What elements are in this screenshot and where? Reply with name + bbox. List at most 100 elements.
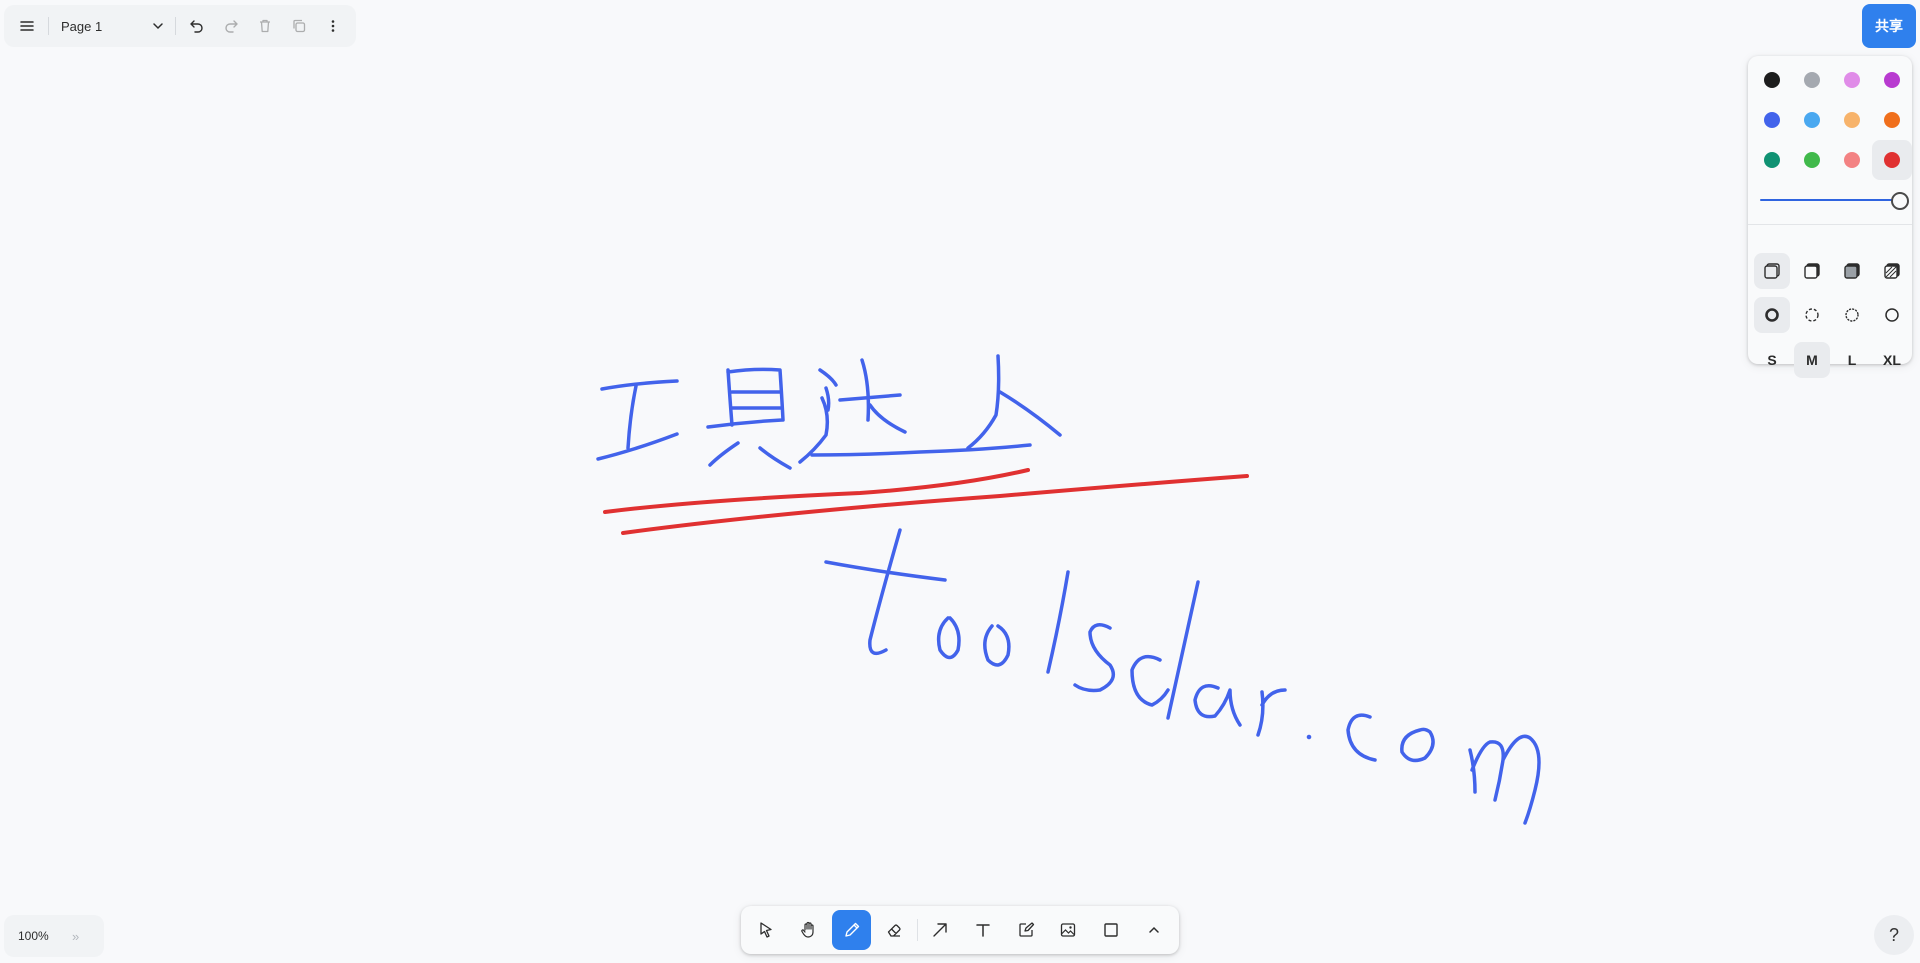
fill-solid-icon [1844,263,1860,279]
toolbar-divider [916,919,918,941]
color-swatch-violet[interactable] [1872,60,1912,100]
trash-icon [260,19,270,33]
share-button[interactable]: 共享 [1862,4,1916,48]
stroke-c [1346,713,1377,762]
rectangle-tool[interactable] [1092,910,1131,950]
arrow-tool[interactable] [921,910,960,950]
zoom-panel: 100% » [4,915,104,957]
arrow-icon [933,923,947,937]
color-swatch-red[interactable] [1872,140,1912,180]
duplicate-icon [293,19,306,33]
color-dot [1844,72,1860,88]
more-vertical-icon [331,20,335,32]
redo-icon [225,20,238,33]
fill-none-button[interactable] [1754,253,1790,289]
color-dot [1764,112,1780,128]
note-tool[interactable] [1006,910,1045,950]
chevron-up-icon [1148,926,1159,933]
color-dot [1844,152,1860,168]
style-panel: S M L XL [1748,56,1912,378]
bottom-toolbar [741,906,1179,954]
fill-pattern-icon [1884,263,1900,279]
duplicate-button[interactable] [282,9,316,43]
fill-none-icon [1764,263,1780,279]
pencil-icon [845,922,859,937]
drawing-canvas[interactable] [0,0,1920,963]
stroke-l [1046,570,1070,674]
menu-divider [175,17,176,35]
dash-draw-button[interactable] [1754,297,1790,333]
color-swatch-light-green[interactable] [1792,140,1832,180]
color-swatch-light-violet[interactable] [1832,60,1872,100]
zoom-level[interactable]: 100% [12,929,72,943]
stroke-o2 [983,624,1011,667]
opacity-slider-thumb[interactable] [1891,192,1909,210]
page-label: Page 1 [61,18,103,34]
main-menu-panel: Page 1 [4,5,356,47]
dash-dashed-button[interactable] [1794,297,1830,333]
color-swatch-green[interactable] [1752,140,1792,180]
stroke-r [1256,688,1287,737]
color-swatch-grey[interactable] [1792,60,1832,100]
color-dot [1804,72,1820,88]
menu-button[interactable] [10,9,44,43]
minimap-toggle-icon[interactable]: » [72,929,79,944]
text-tool[interactable] [963,910,1002,950]
select-tool[interactable] [747,910,786,950]
eraser-tool[interactable] [875,910,914,950]
color-swatch-black[interactable] [1752,60,1792,100]
color-swatch-yellow[interactable] [1832,100,1872,140]
fill-pattern-button[interactable] [1874,253,1910,289]
stroke-ren [966,354,1062,450]
rectangle-icon [1104,923,1118,937]
stroke-o1 [936,616,961,660]
stroke-s [1073,623,1116,693]
dash-solid-button[interactable] [1874,297,1910,333]
size-options: S M L XL [1752,342,1912,378]
eraser-icon [888,924,901,937]
redo-button[interactable] [214,9,248,43]
stroke-gong [596,379,679,461]
fill-semi-button[interactable] [1794,253,1830,289]
dash-draw-icon [1765,308,1779,322]
size-button-s[interactable]: S [1754,342,1790,378]
image-icon [1061,923,1076,937]
asset-tool[interactable] [1049,910,1088,950]
color-dot [1884,112,1900,128]
color-dot [1844,112,1860,128]
color-swatch-light-red[interactable] [1832,140,1872,180]
stroke-red-1 [603,468,1030,514]
opacity-slider-track [1760,199,1894,201]
stroke-a [1193,684,1242,727]
color-swatch-light-blue[interactable] [1792,100,1832,140]
delete-button[interactable] [248,9,282,43]
dash-dotted-button[interactable] [1834,297,1870,333]
stroke-m [1468,734,1541,825]
fill-solid-button[interactable] [1834,253,1870,289]
undo-button[interactable] [180,9,214,43]
fill-options [1752,253,1912,289]
more-tools-button[interactable] [1134,910,1173,950]
size-button-m[interactable]: M [1794,342,1830,378]
cursor-icon [760,922,772,938]
dash-solid-icon [1885,308,1899,322]
menu-divider [48,17,49,35]
color-dot [1884,72,1900,88]
draw-tool[interactable] [832,910,872,950]
size-button-xl[interactable]: XL [1874,342,1910,378]
more-actions-button[interactable] [316,9,350,43]
stroke-t [824,528,947,656]
size-button-l[interactable]: L [1834,342,1870,378]
color-swatch-orange[interactable] [1872,100,1912,140]
dash-dotted-icon [1845,308,1859,322]
stroke-ju [706,367,792,470]
help-button[interactable]: ? [1874,915,1914,955]
color-dot [1804,112,1820,128]
color-swatch-blue[interactable] [1752,100,1792,140]
style-panel-divider [1748,224,1912,225]
opacity-slider[interactable] [1760,190,1909,210]
chevron-down-icon [153,23,163,30]
hand-tool[interactable] [790,910,829,950]
stroke-o3 [1400,727,1435,763]
page-selector[interactable]: Page 1 [53,9,171,43]
